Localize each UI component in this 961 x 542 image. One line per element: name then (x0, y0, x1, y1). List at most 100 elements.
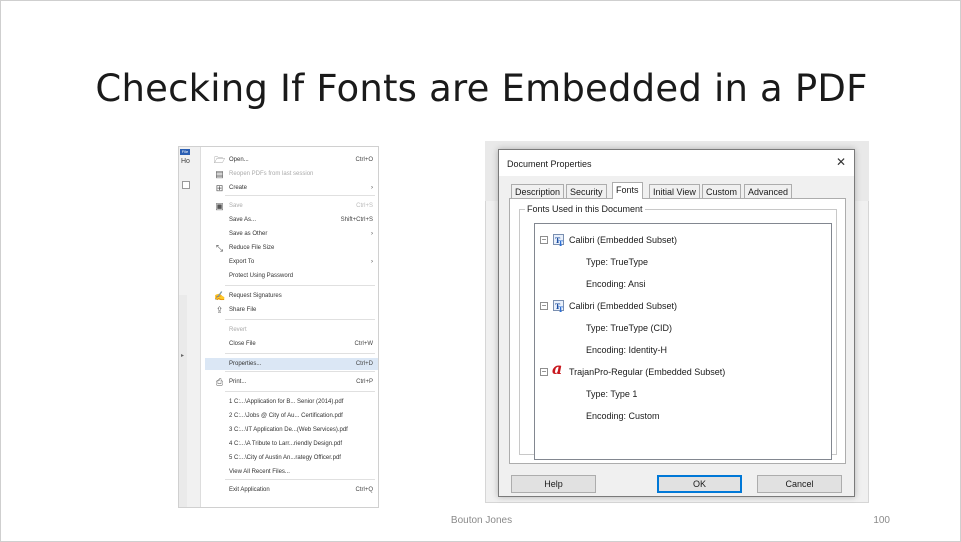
cancel-button[interactable]: Cancel (757, 475, 842, 493)
menu-item-shortcut: Ctrl+W (354, 341, 374, 347)
dialog-titlebar: Document Properties ✕ (499, 150, 854, 176)
tab-advanced[interactable]: Advanced (744, 184, 793, 198)
collapse-icon[interactable]: − (540, 302, 548, 310)
menu-item-label: Request Signatures (229, 293, 282, 299)
menu-item-save-as[interactable]: Save As... Shift+Ctrl+S (205, 214, 378, 226)
type1-font-icon: a (552, 359, 563, 378)
menu-item-label: Export To (229, 259, 255, 265)
menu-item-save[interactable]: ▣ Save Ctrl+S (205, 200, 378, 212)
menu-separator (225, 371, 375, 372)
menu-item-view-all-recent-files[interactable]: View All Recent Files... (205, 466, 378, 478)
footer-author: Bouton Jones (450, 515, 513, 526)
menu-separator (225, 353, 375, 354)
menu-item-shortcut: › (371, 231, 373, 237)
menu-item-label: Exit Application (229, 487, 270, 493)
menu-item-label: 3 C:...\IT Application De...(Web Service… (229, 427, 348, 433)
tab-initial-view[interactable]: Initial View (649, 184, 700, 198)
menu-item-shortcut: Ctrl+P (356, 379, 373, 385)
file-tab[interactable]: File (180, 149, 190, 155)
menu-item-print[interactable]: ⎙ Print... Ctrl+P (205, 376, 378, 388)
document-properties-dialog: Document Properties ✕ Description Securi… (498, 149, 855, 497)
menu-separator (225, 319, 375, 320)
menu-item-5-c-city-of-austin-an-rategy-o[interactable]: 5 C:...\City of Austin An...rategy Offic… (205, 452, 378, 464)
ok-button[interactable]: OK (657, 475, 742, 493)
menu-item-shortcut: › (371, 259, 373, 265)
font-type: Type: TrueType (586, 257, 649, 267)
menu-item-label: Create (229, 185, 248, 191)
menu-item-4-c-a-tribute-to-larr-riendly-[interactable]: 4 C:...\A Tribute to Larr...riendly Desi… (205, 438, 378, 450)
menu-item-label: View All Recent Files... (229, 469, 290, 475)
home-tab-fragment[interactable]: Ho (181, 158, 190, 165)
menu-separator (225, 285, 375, 286)
menu-item-revert[interactable]: Revert (205, 324, 378, 336)
save-icon: ▣ (215, 201, 224, 211)
menu-item-exit-application[interactable]: Exit Application Ctrl+Q (205, 484, 378, 496)
menu-item-label: 1 C:...\Application for B... Senior (201… (229, 399, 344, 405)
menu-item-share-file[interactable]: ⇪ Share File (205, 304, 378, 316)
menu-item-2-c-jobs-city-of-au-certificat[interactable]: 2 C:...\Jobs @ City of Au... Certificati… (205, 410, 378, 422)
menu-separator (225, 391, 375, 392)
tab-description[interactable]: Description (511, 184, 565, 198)
menu-item-label: 4 C:...\A Tribute to Larr...riendly Desi… (229, 441, 343, 447)
menu-item-shortcut: Ctrl+O (355, 157, 373, 163)
menu-item-reduce-file-size[interactable]: ⤡ Reduce File Size (205, 242, 378, 254)
menu-item-label: Properties... (229, 361, 262, 367)
reduce-size-icon: ⤡ (215, 243, 224, 253)
fonts-tab-panel: Fonts Used in this Document − TT Calibri… (509, 198, 846, 464)
collapse-icon[interactable]: − (540, 236, 548, 244)
folder-open-icon: 🗁 (214, 155, 226, 165)
menu-item-shortcut: Ctrl+S (356, 203, 373, 209)
menu-item-save-as-other[interactable]: Save as Other › (205, 228, 378, 240)
page-number: 100 (873, 515, 890, 526)
fonts-tree[interactable]: − TT Calibri (Embedded Subset) Type: Tru… (534, 223, 832, 460)
menu-item-1-c-application-for-b-senior-2[interactable]: 1 C:...\Application for B... Senior (201… (205, 396, 378, 408)
menu-item-label: Revert (229, 327, 247, 333)
collapse-icon[interactable]: − (540, 368, 548, 376)
menu-item-3-c-it-application-de-web-serv[interactable]: 3 C:...\IT Application De...(Web Service… (205, 424, 378, 436)
create-icon: ⊞ (215, 183, 224, 193)
menu-item-create[interactable]: ⊞ Create › (205, 182, 378, 194)
truetype-font-icon: TT (553, 300, 564, 314)
tab-fonts[interactable]: Fonts (612, 182, 643, 199)
font-encoding: Encoding: Custom (586, 411, 660, 421)
menu-separator (225, 195, 375, 196)
menu-item-label: Share File (229, 307, 257, 313)
menu-item-shortcut: Ctrl+D (355, 361, 373, 367)
font-encoding: Encoding: Identity-H (586, 345, 668, 355)
menu-item-label: Reopen PDFs from last session (229, 171, 314, 177)
dialog-title: Document Properties (507, 159, 592, 169)
menu-item-close-file[interactable]: Close File Ctrl+W (205, 338, 378, 350)
menu-item-label: Protect Using Password (229, 273, 294, 279)
tab-custom[interactable]: Custom (702, 184, 742, 198)
expand-arrow-icon[interactable]: ▸ (181, 352, 184, 359)
menu-item-label: Reduce File Size (229, 245, 275, 251)
font-node[interactable]: − TT Calibri (Embedded Subset) (540, 233, 820, 248)
menu-item-reopen-pdfs-from-last-session[interactable]: ▤ Reopen PDFs from last session (205, 168, 378, 180)
print-icon: ⎙ (215, 377, 224, 387)
truetype-font-icon: TT (553, 234, 564, 248)
menu-item-export-to[interactable]: Export To › (205, 256, 378, 268)
left-panel-strip (179, 295, 187, 507)
menu-item-label: Save as Other (229, 231, 268, 237)
menu-item-properties[interactable]: Properties... Ctrl+D (205, 358, 378, 370)
font-encoding: Encoding: Ansi (586, 279, 646, 289)
file-menu: 🗁 Open... Ctrl+O ▤ Reopen PDFs from last ses… (205, 147, 378, 507)
menu-item-request-signatures[interactable]: ✍ Request Signatures (205, 290, 378, 302)
menu-item-label: 2 C:...\Jobs @ City of Au... Certificati… (229, 413, 343, 419)
menu-item-open[interactable]: 🗁 Open... Ctrl+O (205, 154, 378, 166)
font-name: Calibri (Embedded Subset) (569, 301, 678, 311)
close-icon[interactable]: ✕ (836, 155, 846, 169)
tab-security[interactable]: Security (566, 184, 607, 198)
toolbar-icon[interactable] (182, 181, 190, 189)
menu-separator (225, 479, 375, 480)
font-node[interactable]: − TT Calibri (Embedded Subset) (540, 299, 820, 314)
menu-item-label: Save As... (229, 217, 257, 223)
menu-item-label: 5 C:...\City of Austin An...rategy Offic… (229, 455, 341, 461)
menu-item-protect-using-password[interactable]: Protect Using Password (205, 270, 378, 282)
font-node[interactable]: − a TrajanPro-Regular (Embedded Subset) (540, 359, 820, 379)
menu-item-shortcut: › (371, 185, 373, 191)
slide: Checking If Fonts are Embedded in a PDF … (0, 0, 961, 542)
menu-item-label: Print... (229, 379, 247, 385)
help-button[interactable]: Help (511, 475, 596, 493)
font-name: Calibri (Embedded Subset) (569, 235, 678, 245)
